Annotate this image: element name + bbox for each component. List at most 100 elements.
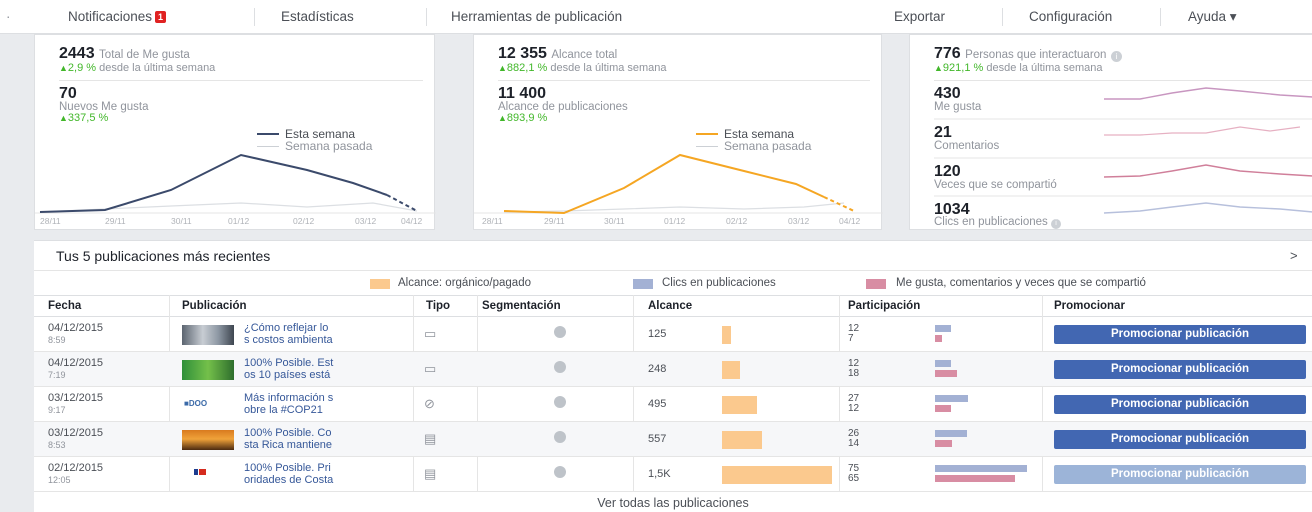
col-date[interactable]: Fecha bbox=[48, 300, 81, 312]
reach-card: 12 355 Alcance total ▲882,1 % desde la ú… bbox=[473, 34, 883, 230]
nav-notifications[interactable]: Notificaciones 1 bbox=[68, 9, 167, 24]
see-all-posts-link[interactable]: Ver todas las publicaciones bbox=[34, 492, 1312, 512]
nav-publishing-tools[interactable]: Herramientas de publicación bbox=[451, 9, 622, 24]
reactions-value: 14 bbox=[848, 438, 860, 449]
table-row: 03/12/2015 9:17 ■DOO Más información s obre … bbox=[34, 387, 1312, 422]
nav-separator bbox=[1002, 8, 1003, 26]
top-nav: · Notificaciones 1 Estadísticas Herramien… bbox=[0, 0, 1312, 34]
post-text[interactable]: 100% Posible. Co sta Rica mantiene bbox=[244, 427, 394, 451]
nav-settings[interactable]: Configuración bbox=[1029, 9, 1112, 24]
promote-post-button[interactable]: Promocionar publicación bbox=[1054, 360, 1306, 379]
clicks-bar bbox=[935, 325, 951, 332]
nav-help[interactable]: Ayuda ▾ bbox=[1188, 9, 1237, 25]
likes-sparkline bbox=[1104, 87, 1312, 100]
table-row: 03/12/2015 8:53 100% Posible. Co sta Rica m… bbox=[34, 422, 1312, 457]
post-text[interactable]: Más información s obre la #COP21 bbox=[244, 392, 394, 416]
globe-icon bbox=[554, 396, 566, 408]
nav-separator bbox=[1160, 8, 1161, 26]
reactions-bar bbox=[935, 370, 957, 377]
post-thumbnail[interactable] bbox=[182, 465, 234, 485]
axis-tick: 29/11 bbox=[544, 216, 565, 226]
legend-reactions-swatch bbox=[866, 279, 886, 289]
promote-post-button[interactable]: Promocionar publicación bbox=[1054, 325, 1306, 344]
likes-chart: 28/11 29/11 30/11 01/12 02/12 03/12 04/1… bbox=[35, 153, 436, 226]
comments-sparkline bbox=[1104, 126, 1301, 136]
recent-posts-title: Tus 5 publicaciones más recientes bbox=[56, 248, 271, 264]
post-text[interactable]: ¿Cómo reflejar lo s costos ambienta bbox=[244, 322, 394, 346]
promote-post-button[interactable]: Promocionar publicación bbox=[1054, 430, 1306, 449]
post-date: 02/12/2015 bbox=[48, 462, 104, 474]
axis-tick: 28/11 bbox=[482, 216, 503, 226]
reactions-value: 65 bbox=[848, 473, 860, 484]
table-row: 02/12/2015 12:05 100% Posible. Pri oridades… bbox=[34, 457, 1312, 492]
clicks-bar bbox=[935, 360, 951, 367]
reactions-bar bbox=[935, 405, 951, 412]
axis-tick: 29/11 bbox=[105, 216, 126, 226]
clicks-bar bbox=[935, 395, 968, 402]
col-engagement[interactable]: Participación bbox=[848, 300, 920, 312]
reach-value: 125 bbox=[648, 328, 667, 340]
post-thumbnail[interactable] bbox=[182, 360, 234, 380]
post-time: 7:19 bbox=[48, 370, 66, 380]
reach-bar bbox=[722, 431, 762, 449]
this-week-line bbox=[39, 153, 388, 213]
post-date: 04/12/2015 bbox=[48, 357, 104, 369]
note-icon: ▤ bbox=[424, 431, 437, 446]
reach-value: 1,5K bbox=[648, 468, 671, 480]
post-date: 03/12/2015 bbox=[48, 427, 104, 439]
axis-tick: 01/12 bbox=[664, 216, 686, 226]
nav-export[interactable]: Exportar bbox=[894, 9, 945, 24]
post-text[interactable]: 100% Posible. Pri oridades de Costa bbox=[244, 462, 394, 486]
reach-bar bbox=[722, 326, 731, 344]
axis-tick: 30/11 bbox=[604, 216, 625, 226]
post-thumbnail[interactable] bbox=[182, 325, 234, 345]
post-time: 9:17 bbox=[48, 405, 66, 415]
globe-icon bbox=[554, 431, 566, 443]
axis-tick: 04/12 bbox=[839, 216, 861, 226]
legend-reactions-label: Me gusta, comentarios y veces que se com… bbox=[896, 277, 1146, 289]
post-time: 12:05 bbox=[48, 475, 71, 485]
col-promote[interactable]: Promocionar bbox=[1054, 300, 1125, 312]
promote-post-button[interactable]: Promocionar publicación bbox=[1054, 465, 1306, 484]
promote-post-button[interactable]: Promocionar publicación bbox=[1054, 395, 1306, 414]
thumbnail-logo bbox=[194, 469, 206, 475]
post-date: 04/12/2015 bbox=[48, 322, 104, 334]
status-icon: ▭ bbox=[424, 326, 437, 341]
col-targeting[interactable]: Segmentación bbox=[482, 300, 561, 312]
post-thumbnail[interactable] bbox=[182, 430, 234, 450]
reactions-value: 7 bbox=[848, 333, 854, 344]
reactions-value: 12 bbox=[848, 403, 860, 414]
col-reach[interactable]: Alcance bbox=[648, 300, 692, 312]
globe-icon bbox=[554, 361, 566, 373]
post-time: 8:59 bbox=[48, 335, 66, 345]
post-text[interactable]: 100% Posible. Est os 10 países está bbox=[244, 357, 394, 381]
clicks-bar bbox=[935, 430, 967, 437]
col-post[interactable]: Publicación bbox=[182, 300, 247, 312]
notifications-badge: 1 bbox=[155, 11, 167, 23]
reach-value: 248 bbox=[648, 363, 667, 375]
axis-tick: 01/12 bbox=[228, 216, 250, 226]
clicks-sparkline bbox=[1103, 202, 1312, 214]
reach-bar bbox=[722, 361, 740, 379]
note-icon: ▤ bbox=[424, 466, 437, 481]
table-row: 04/12/2015 8:59 ¿Cómo reflejar lo s costos … bbox=[34, 317, 1312, 352]
nav-edge-mark: · bbox=[6, 9, 11, 24]
globe-icon bbox=[554, 326, 566, 338]
reach-chart: 28/11 29/11 30/11 01/12 02/12 03/12 04/1… bbox=[474, 153, 883, 226]
reactions-value: 18 bbox=[848, 368, 860, 379]
last-week-line bbox=[503, 202, 845, 213]
clicks-bar bbox=[935, 465, 1027, 472]
shares-sparkline bbox=[1103, 164, 1312, 178]
globe-icon bbox=[554, 466, 566, 478]
legend-clicks-label: Clics en publicaciones bbox=[662, 277, 776, 289]
nav-separator bbox=[254, 8, 255, 26]
post-time: 8:53 bbox=[48, 440, 66, 450]
nav-stats[interactable]: Estadísticas bbox=[281, 9, 354, 24]
status-icon: ▭ bbox=[424, 361, 437, 376]
chevron-right-icon[interactable]: > bbox=[1290, 248, 1298, 263]
reach-bar bbox=[722, 466, 832, 484]
post-date: 03/12/2015 bbox=[48, 392, 104, 404]
col-type[interactable]: Tipo bbox=[426, 300, 450, 312]
reactions-bar bbox=[935, 475, 1015, 482]
axis-tick: 02/12 bbox=[293, 216, 315, 226]
